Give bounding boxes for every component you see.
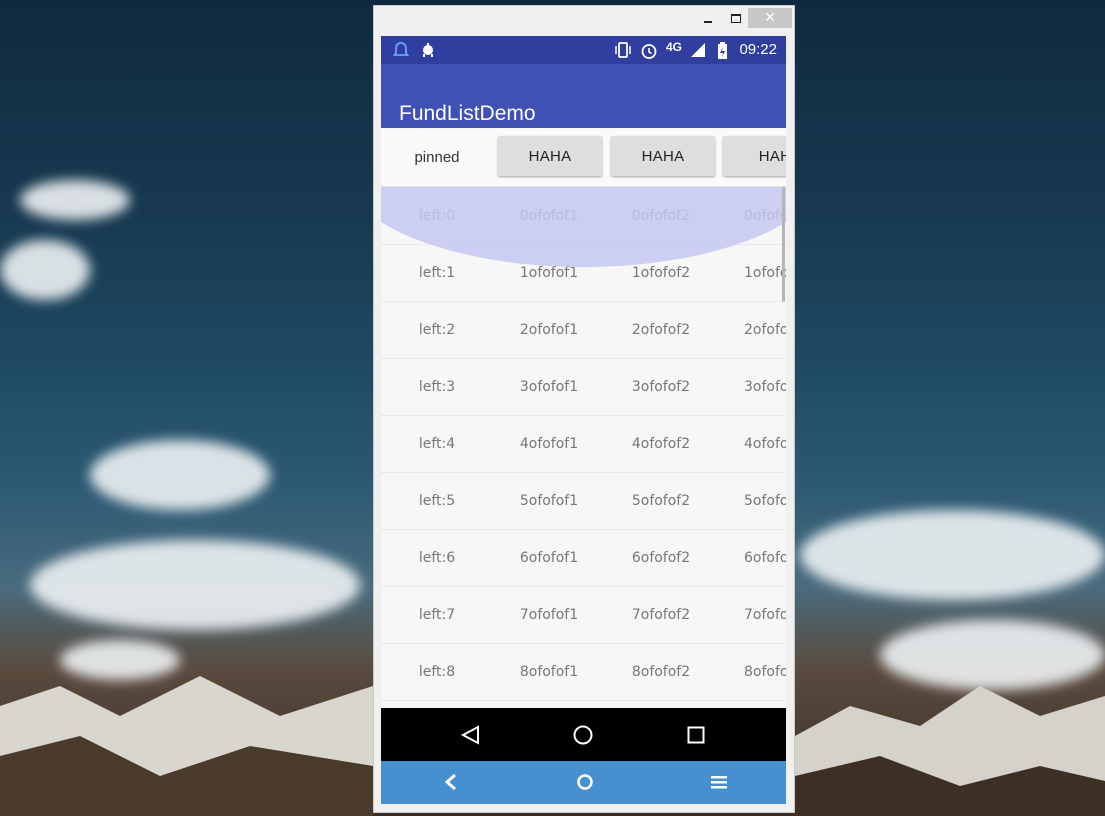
row-cell: 7ofofof1 — [519, 606, 579, 623]
wallpaper-cloud — [30, 540, 360, 630]
row-cell: 8ofofof1 — [519, 663, 579, 680]
menu-icon — [711, 776, 727, 789]
row-cell: 3ofofo — [744, 378, 786, 395]
row-left-cell: left:8 — [418, 663, 456, 680]
scrollbar-thumb[interactable] — [782, 187, 785, 302]
row-cell: 8ofofof2 — [631, 663, 691, 680]
back-chevron-icon — [444, 773, 456, 791]
row-cell: 3ofofof1 — [519, 378, 579, 395]
wallpaper-cloud — [90, 440, 270, 510]
list-header-row: pinned HAHA HAHA HAH — [381, 128, 786, 187]
close-icon: ✕ — [764, 10, 776, 26]
minimize-button[interactable] — [696, 8, 720, 28]
row-cell: 3ofofof2 — [631, 378, 691, 395]
back-triangle-icon — [460, 725, 479, 745]
wallpaper-cloud — [20, 180, 130, 220]
row-left-cell: left:4 — [418, 435, 456, 452]
row-cell: 6ofofof1 — [519, 549, 579, 566]
row-cell: 7ofofo — [744, 606, 786, 623]
status-time: 09:22 — [739, 41, 777, 58]
row-cell: 5ofofo — [744, 492, 786, 509]
maximize-icon — [731, 13, 741, 23]
vibrate-icon — [615, 42, 631, 58]
row-cell: 2ofofo — [744, 321, 786, 338]
row-cell: 7ofofof2 — [631, 606, 691, 623]
host-back-button[interactable] — [436, 767, 466, 797]
minimize-icon — [704, 21, 712, 23]
battery-icon — [718, 42, 727, 59]
row-cell: 5ofofof1 — [519, 492, 579, 509]
network-type-label: 4G — [666, 40, 683, 54]
phone-screen: 4G 09:22 FundListDemo pinned HAHA HAHA H… — [381, 36, 786, 804]
table-row[interactable]: left:3 3ofofof1 3ofofof2 3ofofo — [381, 358, 786, 416]
fund-list[interactable]: left:0 0ofofof1 0ofofof2 0ofofo left:1 1… — [381, 187, 786, 708]
host-menu-button[interactable] — [704, 767, 734, 797]
table-row[interactable]: left:5 5ofofof1 5ofofof2 5ofofo — [381, 472, 786, 530]
row-left-cell: left:6 — [418, 549, 456, 566]
emulator-host-bar — [381, 761, 786, 804]
system-nav-bar — [381, 708, 786, 761]
alarm-icon — [641, 44, 657, 59]
table-row[interactable]: left:2 2ofofof1 2ofofof2 2ofofo — [381, 301, 786, 359]
notification-icon — [393, 42, 409, 56]
maximize-button[interactable] — [724, 8, 748, 28]
row-left-cell: left:2 — [418, 321, 456, 338]
pinned-header-label: pinned — [414, 148, 460, 166]
haha-button-1[interactable]: HAHA — [498, 136, 602, 176]
app-title: FundListDemo — [399, 102, 536, 125]
row-cell: 6ofofof2 — [631, 549, 691, 566]
row-cell: 4ofofof2 — [631, 435, 691, 452]
row-left-cell: left:7 — [418, 606, 456, 623]
row-left-cell: left:5 — [418, 492, 456, 509]
wallpaper-cloud — [0, 240, 90, 300]
wallpaper-cloud — [800, 510, 1105, 600]
status-bar: 4G 09:22 — [381, 36, 786, 64]
table-row[interactable]: left:6 6ofofof1 6ofofof2 6ofofo — [381, 529, 786, 587]
row-cell: 8ofofo — [744, 663, 786, 680]
signal-icon — [691, 43, 705, 57]
table-row[interactable]: left:7 7ofofof1 7ofofof2 7ofofo — [381, 586, 786, 644]
row-cell: 2ofofof2 — [631, 321, 691, 338]
close-button[interactable]: ✕ — [748, 8, 792, 28]
table-row[interactable]: left:4 4ofofof1 4ofofof2 4ofofo — [381, 415, 786, 473]
row-cell: 4ofofo — [744, 435, 786, 452]
home-circle-icon — [573, 725, 593, 745]
row-left-cell: left:3 — [418, 378, 456, 395]
emulator-window: ✕ 4G 09:22 FundListDemo pinned HAHA HAHA… — [373, 5, 795, 813]
row-cell: 1ofofo — [744, 264, 786, 281]
nav-back-button[interactable] — [451, 718, 491, 752]
home-ring-icon — [577, 774, 593, 790]
row-cell: 6ofofo — [744, 549, 786, 566]
haha-button-2[interactable]: HAHA — [611, 136, 715, 176]
table-row[interactable]: left:8 8ofofof1 8ofofof2 8ofofo — [381, 643, 786, 701]
app-toolbar: FundListDemo — [381, 64, 786, 128]
row-cell: 5ofofof2 — [631, 492, 691, 509]
window-title-bar[interactable]: ✕ — [374, 6, 794, 36]
android-debug-icon — [423, 43, 433, 57]
nav-recents-button[interactable] — [676, 718, 716, 752]
haha-button-3[interactable]: HAH — [723, 136, 786, 176]
recents-square-icon — [687, 726, 705, 744]
host-home-button[interactable] — [570, 767, 600, 797]
row-cell: 2ofofof1 — [519, 321, 579, 338]
row-cell: 4ofofof1 — [519, 435, 579, 452]
nav-home-button[interactable] — [563, 718, 603, 752]
